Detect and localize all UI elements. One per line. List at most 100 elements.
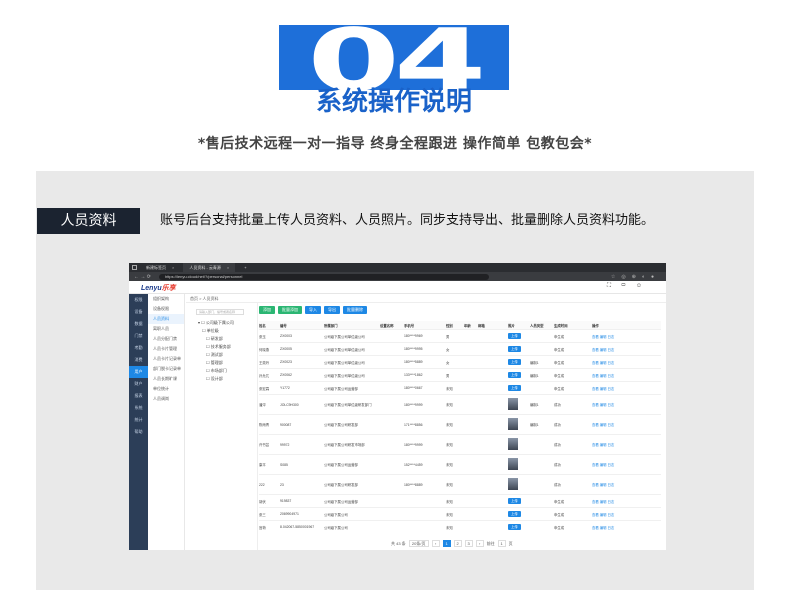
next-page-icon[interactable]: › (475, 540, 484, 547)
subnav-item[interactable]: 离职人员 (148, 324, 184, 334)
subnav-item[interactable]: 单位统计 (148, 384, 184, 394)
sidebar-item[interactable]: 统计 (129, 414, 148, 426)
toolbar-button[interactable]: 添加 (259, 306, 275, 314)
tree-node[interactable]: ☐ 技术服务部 (186, 343, 257, 351)
table-cell: 查看 编辑 日志 (592, 334, 632, 339)
tree-node[interactable]: ☐ 研发部 (186, 335, 257, 343)
upload-button[interactable]: 上传 (508, 346, 521, 352)
row-actions[interactable]: 查看 编辑 日志 (592, 423, 614, 427)
close-icon[interactable]: × (227, 265, 229, 270)
row-actions[interactable]: 查看 编辑 日志 (592, 403, 614, 407)
table-row[interactable]: 张三 2069904971 公司级下属公司 未知 上传 申生成 查看 编辑 日志 (259, 508, 661, 521)
tree-node[interactable]: ☐ 管理部 (186, 359, 257, 367)
toolbar-button[interactable]: 批量添加 (278, 306, 302, 314)
toolbar-button[interactable]: 导入 (305, 306, 321, 314)
table-cell: ZX0005 (280, 347, 292, 351)
url-field[interactable]: https://lenyu.cloud/net/?/personal/perso… (158, 273, 489, 280)
sidebar-item[interactable]: 报表 (129, 390, 148, 402)
row-actions[interactable]: 查看 编辑 日志 (592, 335, 614, 339)
message-icon[interactable]: ▭ (621, 283, 636, 289)
upload-button[interactable]: 上传 (508, 385, 521, 391)
table-cell: 申生成 (554, 360, 565, 365)
pager-goto-input[interactable]: 1 (497, 540, 506, 547)
page-number[interactable]: 1 (442, 540, 451, 547)
row-actions[interactable]: 查看 编辑 日志 (592, 483, 614, 487)
table-row[interactable]: 张宏霖 Y1772 公司级下属公司运营部 180****0667 未知 上传 申生成 查看 编… (259, 382, 661, 395)
header-icons[interactable]: ⛶▭☺ (607, 283, 652, 290)
new-tab-icon[interactable]: + (238, 263, 252, 272)
sidebar-item[interactable]: 财户 (129, 378, 148, 390)
row-actions[interactable]: 查看 编辑 日志 (592, 387, 614, 391)
sidebar-item[interactable]: 数据 (129, 318, 148, 330)
table-row[interactable]: 张玉 ZX0003 公司级下属公司单位级公司 180****9969 男 上传 申生成 查看 … (259, 330, 661, 343)
sidebar-item[interactable]: 系统 (129, 402, 148, 414)
table-row[interactable]: 康平 S085 公司级下属公司运营部 152****4459 未知 成功 查看 编辑 日志 (259, 455, 661, 475)
table-row[interactable]: 许书芸 99972 公司级下属公司研发市场部 180****9999 未知 成功 查看 编辑… (259, 435, 661, 455)
subnav-item[interactable]: 部门脱卡记录单 (148, 364, 184, 374)
pager-size-select[interactable]: 20条/页 (408, 540, 429, 547)
window-icon[interactable] (132, 265, 137, 270)
sidebar-item[interactable]: 帮助 (129, 426, 148, 438)
row-actions[interactable]: 查看 编辑 日志 (592, 374, 614, 378)
tree-search-input[interactable]: 请输入部门、编号或者名称 (196, 309, 244, 315)
sidebar-item[interactable]: 门禁 (129, 330, 148, 342)
prev-page-icon[interactable]: ‹ (431, 540, 440, 547)
expand-icon[interactable]: ⛶ (607, 283, 621, 289)
browser-actions-icon[interactable]: ☆◎⊕◐● (611, 274, 660, 280)
sidebar-item[interactable]: 设备 (129, 306, 148, 318)
subnav-item[interactable]: 组织架构 (148, 294, 184, 304)
upload-button[interactable]: 上传 (508, 333, 521, 339)
page-number[interactable]: 2 (453, 540, 462, 547)
subnav-item[interactable]: 人员分配门禁 (148, 334, 184, 344)
row-actions[interactable]: 查看 编辑 日志 (592, 361, 614, 365)
breadcrumb[interactable]: 首页 > 人员资料 (186, 294, 666, 303)
table-row[interactable]: 孙允兀 ZX0062 公司级下属公司单位级公司 133****1862 男 上传 编制1 申生… (259, 369, 661, 382)
table-cell: 编制1 (530, 360, 539, 365)
toolbar-button[interactable]: 批量删除 (343, 306, 367, 314)
column-header: 手机号 (404, 323, 415, 328)
row-actions[interactable]: 查看 编辑 日志 (592, 500, 614, 504)
upload-button[interactable]: 上传 (508, 498, 521, 504)
table-row[interactable]: 胡伏 919837 公司级下属公司运营部 未知 上传 申生成 查看 编辑 日志 (259, 495, 661, 508)
row-actions[interactable]: 查看 编辑 日志 (592, 526, 614, 530)
sidebar-item[interactable]: 权限 (129, 294, 148, 306)
tree-node[interactable]: ☐ 单位级 (186, 327, 257, 335)
table-row[interactable]: 何晓燕 ZX0005 公司级下属公司单位级公司 180****9995 女 上传 申生成 查看… (259, 343, 661, 356)
row-actions[interactable]: 查看 编辑 日志 (592, 443, 614, 447)
upload-button[interactable]: 上传 (508, 359, 521, 365)
tree-node[interactable]: ▾ ☐ 公司级下属公司 (186, 319, 257, 327)
table-row[interactable]: 陈雨青 900087 公司级下属公司研发部 171****8856 未知 编制1 成功 查看 … (259, 415, 661, 435)
browser-tab-active[interactable]: 人员资料 - 云青源 × (183, 263, 236, 272)
user-icon[interactable]: ☺ (636, 283, 652, 289)
subnav-item[interactable]: 设备权限 (148, 304, 184, 314)
table-cell (508, 458, 530, 471)
sidebar-item[interactable]: 消费 (129, 354, 148, 366)
subnav-item[interactable]: 人员资料 (148, 314, 184, 324)
table-row[interactable]: 王奕玲 ZX0023 公司级下属公司单位级公司 180****5889 女 上传 编制1 申生… (259, 356, 661, 369)
subnav-item[interactable]: 人员卡片管理 (148, 344, 184, 354)
page-number[interactable]: 3 (464, 540, 473, 547)
row-actions[interactable]: 查看 编辑 日志 (592, 513, 614, 517)
nav-arrows-icon[interactable]: ← → ⟳ (134, 274, 151, 280)
upload-button[interactable]: 上传 (508, 524, 521, 530)
sidebar-item[interactable]: 考勤 (129, 342, 148, 354)
row-actions[interactable]: 查看 编辑 日志 (592, 463, 614, 467)
personnel-table: 姓名 编号 所属部门 设置名称 手机号 性别 年龄 邮箱 照片 人员类型 生成时间 操作 张玉 ZX000… (259, 321, 661, 533)
sidebar-item[interactable]: 用户 (129, 366, 148, 378)
table-row[interactable]: 宫荷 8.042067-5850001967 公司级下属公司 未知 上传 申生成 查看 编辑… (259, 521, 661, 533)
subnav-item[interactable]: 人员长期旷课 (148, 374, 184, 384)
upload-button[interactable]: 上传 (508, 372, 521, 378)
table-row[interactable]: 潘泙 JOLC9H300 公司级下属公司单位级研发部门 180****9999 未知 编制… (259, 395, 661, 415)
browser-tab[interactable]: 新建标签页 × (140, 263, 180, 272)
tree-node[interactable]: ☐ 设计部 (186, 375, 257, 383)
tree-node[interactable]: ☐ 测试部 (186, 351, 257, 359)
row-actions[interactable]: 查看 编辑 日志 (592, 348, 614, 352)
close-icon[interactable]: × (172, 265, 174, 270)
table-cell: 133****1862 (404, 373, 423, 377)
tree-node[interactable]: ☐ 市场部门 (186, 367, 257, 375)
upload-button[interactable]: 上传 (508, 511, 521, 517)
table-row[interactable]: 222 23 公司级下属公司研发部 180****8889 未知 成功 查看 编辑 日志 (259, 475, 661, 495)
subnav-item[interactable]: 人员卡片记录单 (148, 354, 184, 364)
toolbar-button[interactable]: 导出 (324, 306, 340, 314)
subnav-item[interactable]: 人员调岗 (148, 394, 184, 404)
